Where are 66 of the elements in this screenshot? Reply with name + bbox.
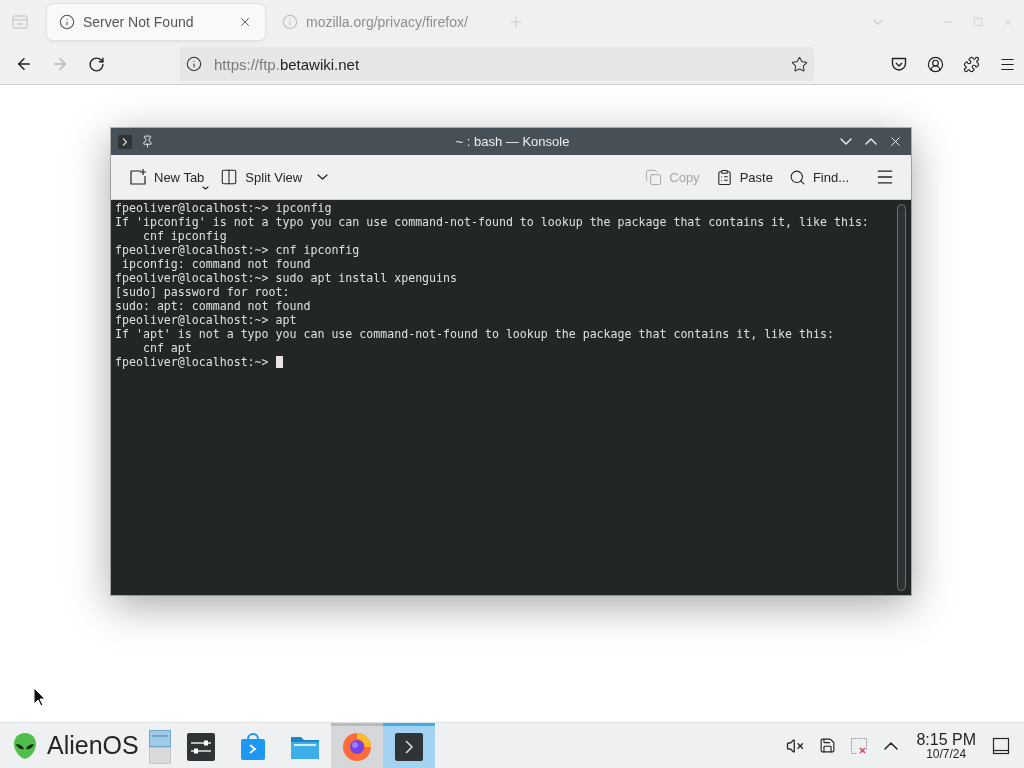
- terminal-line: ipconfig: command not found: [120, 257, 311, 271]
- terminal-line: fpeoliver@localhost:~>: [115, 355, 269, 369]
- url-text: https://ftp.betawiki.net: [214, 55, 361, 73]
- volume-muted-icon: [786, 736, 805, 755]
- terminal-line: cnf apt: [141, 341, 192, 355]
- terminal-line: sudo: apt: command not found: [115, 299, 311, 313]
- terminal-line: fpeoliver@localhost:~> ipconfig: [115, 201, 332, 215]
- clock-time: 8:15 PM: [916, 730, 976, 748]
- close-icon: [1002, 16, 1014, 28]
- tab-list-icon: [12, 15, 28, 29]
- mouse-pointer-icon: [33, 687, 46, 707]
- info-icon: [282, 14, 298, 30]
- browser-icon: [341, 732, 372, 762]
- split-view-button[interactable]: Split View: [214, 161, 335, 193]
- chevron-down-icon: [839, 138, 852, 145]
- arrow-right-icon: [51, 55, 69, 73]
- close-icon: [238, 15, 252, 29]
- search-icon: [788, 168, 806, 186]
- terminal-line: fpeoliver@localhost:~> sudo apt install xpenguins: [115, 271, 458, 285]
- pin-icon[interactable]: [141, 135, 154, 148]
- plus-icon: [507, 13, 525, 31]
- account-icon: [926, 55, 944, 73]
- clock[interactable]: 8:15 PM 10/7/24: [912, 730, 980, 761]
- caret-icon: [317, 174, 329, 180]
- terminal-line: If 'apt' is not a typo you can use command-not-found to lookup the package that contains it, like this:: [115, 327, 834, 341]
- terminal-icon: [394, 733, 423, 761]
- puzzle-icon: [962, 55, 980, 73]
- pager-icon: [148, 730, 171, 764]
- paste-button[interactable]: Paste: [709, 161, 779, 193]
- terminal-icon: [118, 134, 132, 149]
- new-tab-button[interactable]: New Tab: [123, 161, 211, 193]
- alien-head-icon: [13, 731, 37, 760]
- reload-icon: [87, 55, 105, 73]
- desktop-icon: [992, 736, 1010, 755]
- terminal-line: cnf ipconfig: [141, 229, 227, 243]
- bookmark-star-icon[interactable]: [791, 55, 808, 73]
- copy-icon: [645, 168, 663, 186]
- shield-chevron-icon: [891, 56, 907, 72]
- new-tab-icon: [129, 168, 147, 186]
- window-title: ~ : bash — Konsole: [455, 134, 570, 149]
- clipboard-icon: [715, 168, 733, 186]
- terminal-task-button[interactable]: [382, 723, 435, 768]
- scrollbar[interactable]: [897, 204, 906, 591]
- caret-icon: [202, 186, 210, 190]
- address-bar[interactable]: https://ftp.betawiki.net: [180, 47, 814, 81]
- chevron-up-icon: [884, 741, 899, 750]
- close-icon: [888, 134, 903, 149]
- application-launcher[interactable]: AlienOS: [0, 723, 145, 768]
- clock-date: 10/7/24: [926, 747, 967, 761]
- folder-icon: [289, 734, 320, 760]
- terminal-line: If 'ipconfig' is not a typo you can use command-not-found to lookup the package that contains it, like this:: [115, 215, 869, 229]
- chevron-down-icon: [873, 19, 883, 25]
- browser-task-button[interactable]: [330, 723, 383, 768]
- browser-tab[interactable]: Server Not Found: [47, 4, 265, 40]
- sliders-icon: [186, 733, 215, 761]
- info-icon: [59, 14, 75, 30]
- info-icon: [186, 56, 202, 72]
- terminal-line: [sudo] password for root:: [115, 285, 290, 299]
- maximize-icon: [973, 17, 983, 27]
- network-off-icon: [850, 736, 869, 755]
- find-button[interactable]: Find...: [782, 161, 855, 193]
- terminal-line: fpeoliver@localhost:~> apt: [115, 313, 297, 327]
- terminal-line: fpeoliver@localhost:~> cnf ipconfig: [115, 243, 360, 257]
- shopping-bag-icon: [239, 733, 266, 761]
- chevron-up-icon: [864, 138, 877, 145]
- split-columns-icon: [220, 168, 239, 186]
